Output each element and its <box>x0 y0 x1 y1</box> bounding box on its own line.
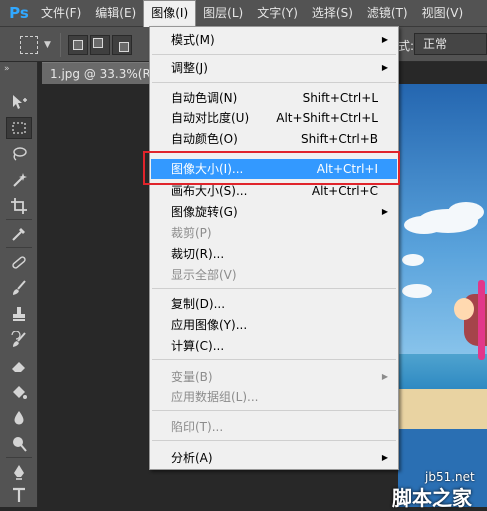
menu-image[interactable]: 图像(I) <box>143 0 197 27</box>
menu-type[interactable]: 文字(Y) <box>250 0 305 27</box>
document-tab[interactable]: 1.jpg @ 33.3%(RGB <box>42 62 162 84</box>
menu-item-variables: 变量(B) ▶ <box>151 367 397 387</box>
submenu-arrow-icon: ▶ <box>381 372 388 381</box>
menu-layer[interactable]: 图层(L) <box>196 0 250 27</box>
pen-icon[interactable] <box>6 461 32 483</box>
menu-item-trim[interactable]: 裁切(R)... <box>151 244 397 264</box>
menu-item-apply-data-set: 应用数据组(L)... <box>171 390 259 404</box>
menu-filter[interactable]: 滤镜(T) <box>360 0 415 27</box>
menu-item-auto-color[interactable]: 自动颜色(O) Shift+Ctrl+B <box>151 129 397 149</box>
menu-item-trap: 陷印(T)... <box>171 420 224 434</box>
subtract-selection-button[interactable] <box>112 35 132 55</box>
menu-item-crop: 裁剪(P) <box>171 226 212 240</box>
submenu-arrow-icon: ▶ <box>381 207 388 216</box>
eyedropper-icon[interactable] <box>6 223 32 245</box>
menu-item-adjustments[interactable]: 调整(J) ▶ <box>151 58 397 78</box>
new-selection-button[interactable] <box>68 35 88 55</box>
menu-item-analysis[interactable]: 分析(A) ▶ <box>151 448 397 468</box>
menu-item-auto-tone[interactable]: 自动色调(N) Shift+Ctrl+L <box>151 88 397 108</box>
photoshop-logo: Ps <box>9 4 29 22</box>
menu-item-image-rotation[interactable]: 图像旋转(G) ▶ <box>151 202 397 222</box>
highlight-callout-box <box>143 151 400 185</box>
history-brush-icon[interactable] <box>6 329 32 351</box>
move-icon[interactable] <box>6 91 32 113</box>
submenu-arrow-icon: ▶ <box>381 453 388 462</box>
paint-bucket-icon[interactable] <box>6 381 32 403</box>
tool-preset-icon[interactable] <box>20 36 38 54</box>
clone-stamp-icon[interactable] <box>6 303 32 325</box>
menu-item-apply-image[interactable]: 应用图像(Y)... <box>151 315 397 335</box>
menu-item-mode[interactable]: 模式(M) ▶ <box>151 30 397 50</box>
menu-item-reveal-all: 显示全部(V) <box>171 268 237 282</box>
dodge-icon[interactable] <box>6 433 32 455</box>
menu-view[interactable]: 视图(V) <box>415 0 471 27</box>
menu-select[interactable]: 选择(S) <box>305 0 360 27</box>
tools-panel: » <box>0 62 38 507</box>
eraser-icon[interactable] <box>6 355 32 377</box>
image-menu-dropdown: 模式(M) ▶ 调整(J) ▶ 自动色调(N) Shift+Ctrl+L 自动对… <box>149 26 399 470</box>
style-label: 式: <box>398 39 415 53</box>
magic-wand-icon[interactable] <box>6 169 32 191</box>
blur-icon[interactable] <box>6 407 32 429</box>
chevron-down-icon[interactable]: ▼ <box>44 40 51 50</box>
submenu-arrow-icon: ▶ <box>381 35 388 44</box>
menu-item-duplicate[interactable]: 复制(D)... <box>151 294 397 314</box>
menu-edit[interactable]: 编辑(E) <box>88 0 143 27</box>
collapse-panel-icon[interactable]: » <box>4 64 10 74</box>
marquee-icon[interactable] <box>6 117 32 139</box>
document-image <box>398 84 487 507</box>
menu-item-auto-contrast[interactable]: 自动对比度(U) Alt+Shift+Ctrl+L <box>151 108 397 128</box>
healing-brush-icon[interactable] <box>6 251 32 273</box>
menu-file[interactable]: 文件(F) <box>34 0 88 27</box>
lasso-icon[interactable] <box>6 143 32 165</box>
submenu-arrow-icon: ▶ <box>381 63 388 72</box>
crop-icon[interactable] <box>6 195 32 217</box>
style-select[interactable]: 正常 <box>414 33 487 55</box>
add-selection-button[interactable] <box>90 35 110 55</box>
type-icon[interactable] <box>6 484 32 506</box>
divider <box>60 33 61 57</box>
menu-item-calculations[interactable]: 计算(C)... <box>151 336 397 356</box>
menu-bar: Ps 文件(F) 编辑(E) 图像(I) 图层(L) 文字(Y) 选择(S) 滤… <box>0 0 487 27</box>
brush-icon[interactable] <box>6 277 32 299</box>
